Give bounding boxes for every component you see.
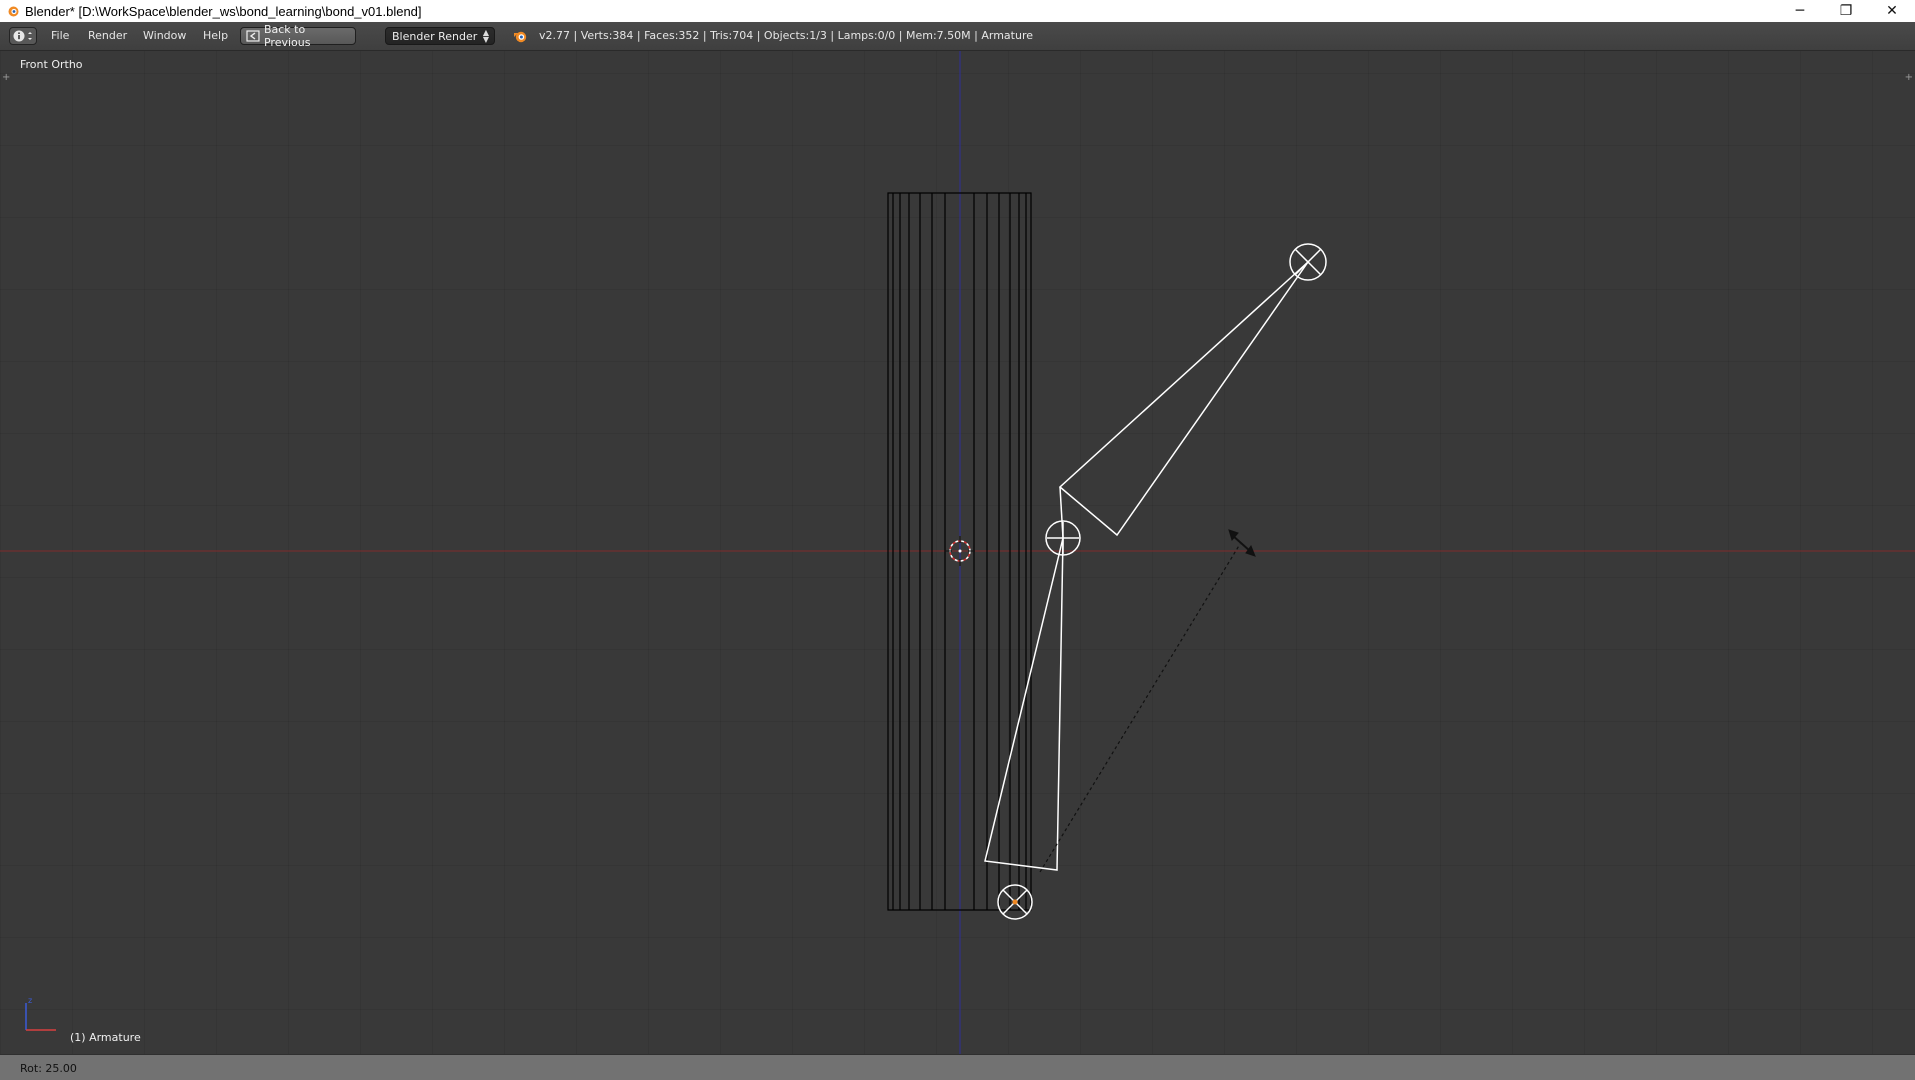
render-engine-select[interactable]: Blender Render ▲ ▼ — [385, 27, 495, 45]
scene-stats: v2.77 | Verts:384 | Faces:352 | Tris:704… — [539, 29, 1034, 42]
minimize-button[interactable]: ─ — [1777, 0, 1823, 22]
back-to-previous-button[interactable]: Back to Previous — [240, 23, 356, 49]
active-object-label: (1) Armature — [70, 1031, 141, 1044]
menu-render[interactable]: Render — [88, 29, 127, 42]
back-to-previous-label: Back to Previous — [263, 23, 311, 49]
viewport-canvas[interactable]: z — [0, 51, 1915, 1054]
armature-bone-upper[interactable] — [1058, 243, 1327, 539]
window-titlebar: Blender* [D:\WorkSpace\blender_ws\bond_l… — [0, 0, 1915, 22]
view-label: Front Ortho — [20, 58, 83, 71]
updown-arrows-icon: ▲ ▼ — [482, 28, 489, 44]
blender-app-icon — [8, 6, 19, 17]
toolshelf-toggle-icon[interactable]: + — [2, 72, 10, 83]
rotation-readout: Rot: 25.00 — [20, 1062, 77, 1075]
menu-help[interactable]: Help — [203, 29, 228, 42]
menu-file[interactable]: File — [51, 29, 69, 42]
axis-orientation-widget: z — [25, 996, 56, 1031]
editor-type-selector[interactable] — [9, 27, 37, 45]
bone-root-pivot-icon — [1012, 899, 1018, 905]
3d-cursor-icon[interactable] — [945, 536, 975, 566]
status-bar: Rot: 25.00 — [0, 1054, 1915, 1080]
properties-toggle-icon[interactable]: + — [1905, 72, 1913, 83]
window-title: Blender* [D:\WorkSpace\blender_ws\bond_l… — [25, 3, 422, 19]
3d-viewport[interactable]: z Front Ortho (1) Armature + + — [0, 51, 1915, 1054]
blender-logo-icon — [514, 31, 527, 43]
info-icon — [13, 30, 32, 42]
info-header: File Render Window Help Back to Previous… — [0, 22, 1915, 51]
restore-button[interactable]: ❐ — [1823, 0, 1869, 22]
svg-text:z: z — [28, 996, 32, 1005]
render-engine-value: Blender Render — [392, 29, 478, 43]
screen-back-icon — [246, 30, 260, 42]
menu-window[interactable]: Window — [143, 29, 186, 42]
rotate-cursor-icon — [1228, 529, 1256, 557]
close-button[interactable]: ✕ — [1869, 0, 1915, 22]
rotate-helper-line — [1039, 543, 1241, 873]
